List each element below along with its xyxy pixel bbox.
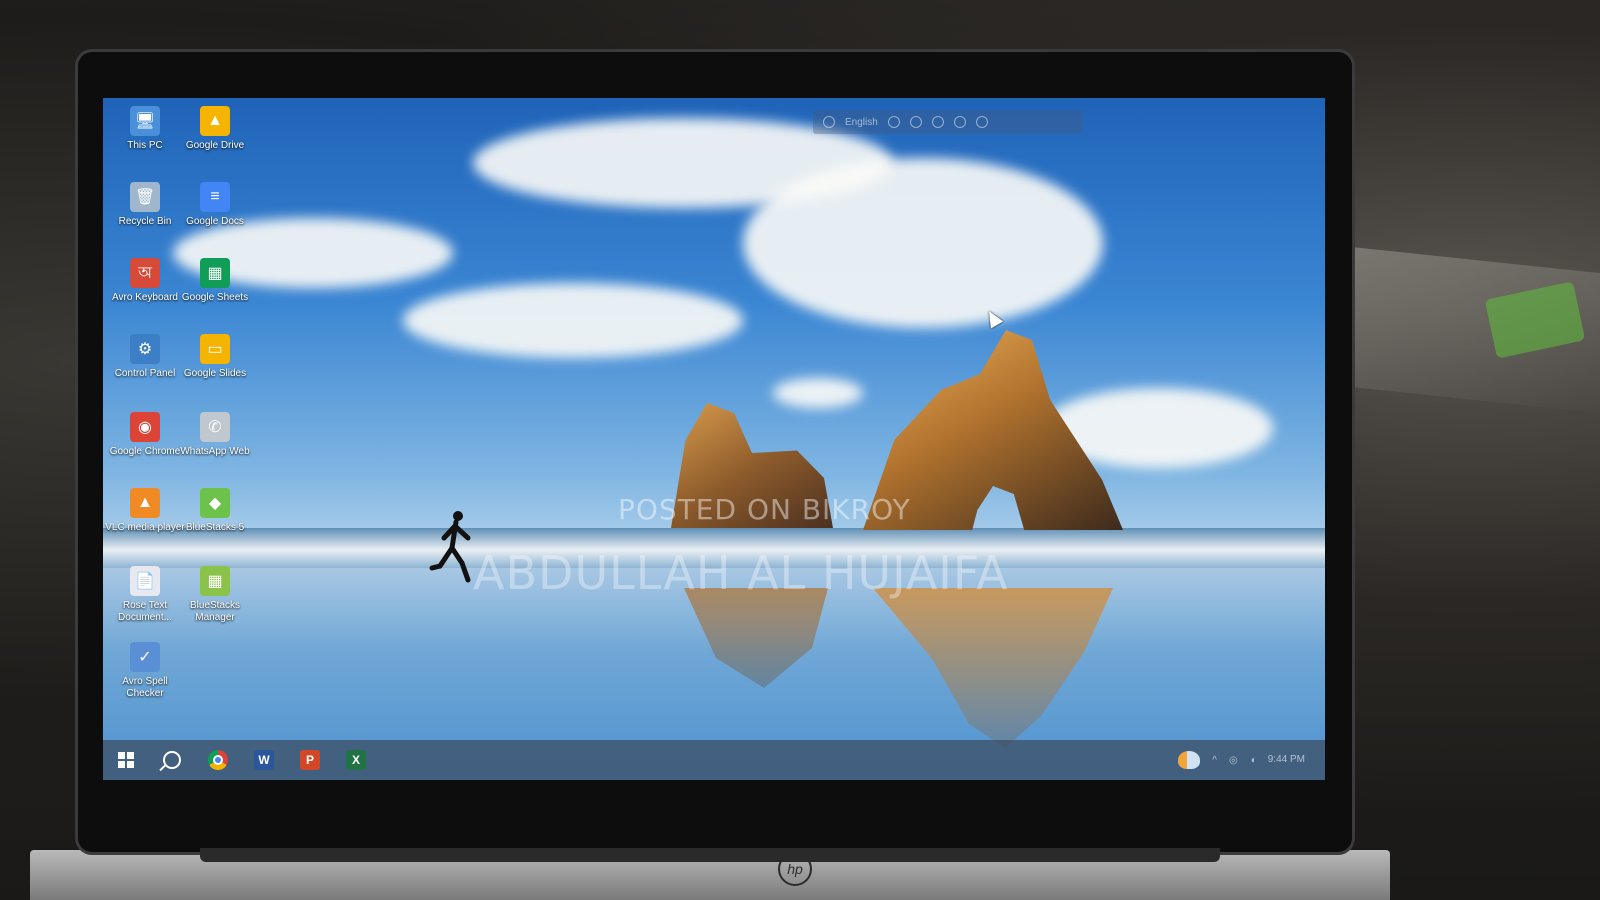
taskbar-app-word[interactable]: W (241, 740, 287, 780)
desktop-icon-label: WhatsApp Web (180, 446, 250, 457)
desktop-icon-label: Google Slides (183, 368, 247, 379)
wallpaper-cloud (773, 378, 863, 408)
desktop-icon-label: Control Panel (114, 368, 176, 379)
word-icon: W (254, 750, 274, 770)
desktop-icon-label: BlueStacks Manager (189, 600, 241, 623)
desktop-icon[interactable]: ◉ Google Chrome (105, 412, 185, 458)
recycle-bin-icon: 🗑 (130, 182, 160, 212)
bluestacks-icon: ◆ (200, 488, 230, 518)
laptop-hinge (200, 848, 1220, 862)
wallpaper-cloud (403, 283, 743, 358)
language-label[interactable]: English (845, 117, 878, 128)
chrome-icon (208, 750, 228, 770)
avro-keyboard-icon: অ (130, 258, 160, 288)
desktop-icon-label: Google Drive (185, 140, 245, 151)
volume-icon[interactable]: ◖ (1250, 755, 1256, 766)
toolbar-icon[interactable] (975, 116, 988, 128)
desktop-icon-label: Avro Spell Checker (122, 676, 168, 699)
toolbar-icon[interactable] (909, 116, 922, 128)
watermark-line-1: POSTED ON BIKROY (618, 493, 911, 526)
windows-logo-icon (118, 752, 134, 768)
desktop-icon[interactable]: ⚙ Control Panel (105, 334, 185, 380)
desktop-icon[interactable]: ≡ Google Docs (175, 182, 255, 228)
weather-icon[interactable] (1178, 751, 1201, 769)
desktop-icon[interactable]: ✆ WhatsApp Web (175, 412, 255, 458)
excel-icon: X (346, 750, 366, 770)
google-slides-icon: ▭ (200, 334, 230, 364)
network-icon[interactable]: ◎ (1229, 755, 1238, 766)
desktop-icon-label: Google Chrome (109, 446, 181, 457)
desktop-icon-label: BlueStacks 5 (185, 522, 245, 533)
language-toolbar[interactable]: English (813, 110, 1083, 134)
tray-chevron-icon[interactable]: ^ (1212, 755, 1217, 766)
text-document-icon: 📄 (130, 566, 160, 596)
desktop-icon[interactable]: ▦ BlueStacks Manager (175, 566, 255, 624)
desktop-icon[interactable]: 🖥 This PC (105, 106, 185, 152)
start-button[interactable] (103, 740, 149, 780)
wallpaper-runner (429, 511, 471, 583)
google-sheets-icon: ▦ (200, 258, 230, 288)
spell-checker-icon: ✓ (130, 642, 160, 672)
taskbar-app-powerpoint[interactable]: P (287, 740, 333, 780)
toolbar-icon[interactable] (953, 116, 966, 128)
powerpoint-icon: P (300, 750, 320, 770)
desktop-icon[interactable]: অ Avro Keyboard (105, 258, 185, 304)
toolbar-icon[interactable] (931, 116, 944, 128)
control-panel-icon: ⚙ (130, 334, 160, 364)
desktop-screen: POSTED ON BIKROY ABDULLAH AL HUJAIFA Eng… (103, 98, 1325, 780)
desktop-icon-label: Recycle Bin (118, 216, 172, 227)
desktop-icon-label: Rose Text Document... (118, 600, 172, 623)
toolbar-icon[interactable] (887, 116, 900, 128)
desktop-icon[interactable]: 🗑 Recycle Bin (105, 182, 185, 228)
computer-icon: 🖥 (130, 106, 160, 136)
toolbar-icon[interactable] (823, 116, 835, 128)
whatsapp-icon: ✆ (200, 412, 230, 442)
system-tray: ^ ◎ ◖ 9:44 PM (1178, 751, 1325, 769)
search-button[interactable] (149, 740, 195, 780)
desktop-icon-label: Google Sheets (181, 292, 249, 303)
chrome-icon: ◉ (130, 412, 160, 442)
taskbar-app-excel[interactable]: X (333, 740, 379, 780)
desktop-icon[interactable]: ✓ Avro Spell Checker (105, 642, 185, 700)
taskbar-clock[interactable]: 9:44 PM (1268, 754, 1305, 766)
desktop-icon[interactable]: ▲ VLC media player (105, 488, 185, 534)
desktop-icon[interactable]: 📄 Rose Text Document... (105, 566, 185, 624)
desktop-icon[interactable]: ◆ BlueStacks 5 (175, 488, 255, 534)
wallpaper-cloud (743, 158, 1103, 328)
google-drive-icon: ▲ (200, 106, 230, 136)
desktop-icon-label: This PC (127, 140, 163, 151)
desktop-icon[interactable]: ▭ Google Slides (175, 334, 255, 380)
desktop-icon[interactable]: ▲ Google Drive (175, 106, 255, 152)
desktop-icon-label: Google Docs (186, 216, 244, 227)
desktop-icon-label: VLC media player (105, 522, 185, 533)
vlc-icon: ▲ (130, 488, 160, 518)
bluestacks-manager-icon: ▦ (200, 566, 230, 596)
taskbar: W P X ^ ◎ ◖ 9:44 PM (103, 740, 1325, 780)
search-icon (163, 751, 181, 769)
google-docs-icon: ≡ (200, 182, 230, 212)
desktop-icon-label: Avro Keyboard (112, 292, 178, 303)
watermark-line-2: ABDULLAH AL HUJAIFA (473, 546, 1009, 600)
taskbar-app-chrome[interactable] (195, 740, 241, 780)
desktop-icon[interactable]: ▦ Google Sheets (175, 258, 255, 304)
clock-time: 9:44 PM (1267, 754, 1305, 765)
